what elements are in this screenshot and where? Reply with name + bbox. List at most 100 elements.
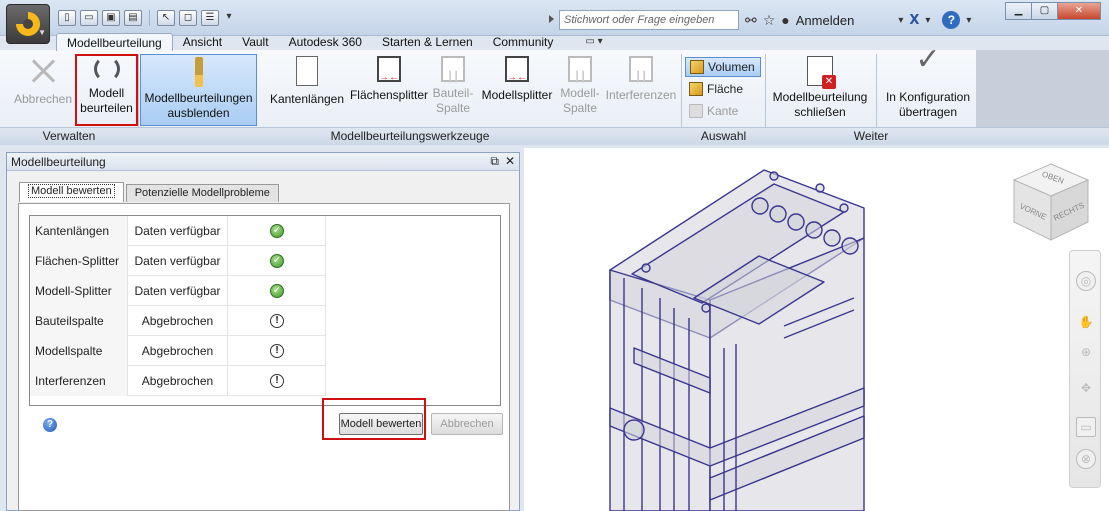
modellbeurteilungen-ausblenden-button[interactable]: Modellbeurteilungen ausblenden	[140, 54, 257, 126]
abbrechen-ribbon-button[interactable]: Abbrechen	[12, 54, 74, 126]
part-gap-icon	[441, 56, 465, 85]
quick-access-toolbar: ▯ ▭ ▣ ▤ ↖ ◻ ☰ ▾	[58, 10, 235, 26]
status-warning-icon: !	[270, 314, 284, 328]
binoculars-icon[interactable]: ⚯	[745, 12, 757, 29]
auswahl-volumen-button[interactable]: Volumen	[685, 57, 761, 77]
modellsplitter-button[interactable]: Modellsplitter	[478, 54, 556, 126]
edge-length-icon	[296, 56, 318, 86]
face-splitter-icon	[377, 56, 401, 85]
panel-label-weiter: Weiter	[853, 129, 889, 143]
modellspalte-button[interactable]: Modell- Spalte	[558, 54, 602, 126]
flaechensplitter-button[interactable]: Flächensplitter	[348, 54, 430, 126]
viewcube[interactable]: OBEN VORNE RECHTS	[1012, 162, 1090, 242]
in-konfiguration-uebertragen-button[interactable]: In Konfiguration übertragen	[880, 52, 976, 126]
tab-autodesk-360[interactable]: Autodesk 360	[279, 33, 372, 51]
modell-beurteilen-button[interactable]: Modell beurteilen	[75, 54, 138, 126]
minimize-button[interactable]: ▁	[1005, 2, 1032, 20]
model-gap-icon	[568, 56, 592, 85]
properties-icon[interactable]: ☰	[201, 10, 219, 26]
application-menu-button[interactable]: ▼	[6, 4, 50, 44]
tab-modellbeurteilung[interactable]: Modellbeurteilung	[56, 33, 173, 51]
evaluation-table: Kantenlängen Daten verfügbar ✓ Flächen-S…	[29, 215, 501, 406]
kantenlaengen-button[interactable]: Kantenlängen	[268, 54, 346, 126]
table-row[interactable]: Kantenlängen Daten verfügbar ✓	[30, 216, 326, 246]
model-splitter-icon	[505, 56, 529, 85]
title-bar: ▯ ▭ ▣ ▤ ↖ ◻ ☰ ▾ Stichwort oder Frage ein…	[0, 0, 1109, 36]
face-cube-icon	[689, 82, 703, 96]
panel-header: Modellbeurteilung ⧉ ✕	[7, 153, 519, 171]
table-row[interactable]: Modellspalte Abgebrochen !	[30, 336, 326, 366]
navigation-bar: ◎ ✋ ⊕ ✥ ▭ ⊗	[1069, 250, 1101, 488]
status-warning-icon: !	[270, 374, 284, 388]
edge-cube-icon	[689, 104, 703, 118]
table-row[interactable]: Bauteilspalte Abgebrochen !	[30, 306, 326, 336]
table-row[interactable]: Flächen-Splitter Daten verfügbar ✓	[30, 246, 326, 276]
pan-hand-icon[interactable]: ✋	[1076, 313, 1096, 333]
status-ok-icon: ✓	[270, 224, 284, 238]
table-row[interactable]: Interferenzen Abgebrochen !	[30, 366, 326, 396]
orbit-icon[interactable]: ✥	[1076, 379, 1096, 399]
search-input[interactable]: Stichwort oder Frage eingeben	[559, 10, 739, 30]
search-expand-icon[interactable]	[549, 15, 554, 23]
status-ok-icon: ✓	[270, 254, 284, 268]
interference-icon	[629, 56, 653, 85]
exchange-apps-icon[interactable]: X	[909, 13, 919, 28]
help-icon[interactable]: ?	[942, 11, 961, 29]
favorites-star-icon[interactable]: ☆	[763, 12, 776, 29]
status-ok-icon: ✓	[270, 284, 284, 298]
auswahl-flaeche-button[interactable]: Fläche	[685, 79, 761, 99]
look-at-icon[interactable]: ▭	[1076, 417, 1096, 437]
panel-label-werkzeuge: Modellbeurteilungswerkzeuge	[330, 129, 490, 143]
ribbon-tabs: Modellbeurteilung Ansicht Vault Autodesk…	[56, 33, 607, 51]
status-warning-icon: !	[270, 344, 284, 358]
refresh-icon	[93, 56, 120, 82]
tab-modell-bewerten[interactable]: Modell bewerten	[19, 182, 124, 202]
maximize-button[interactable]: ▢	[1031, 2, 1058, 20]
tab-community[interactable]: Community	[483, 33, 564, 51]
modellbeurteilung-panel: Modellbeurteilung ⧉ ✕ Modell bewerten Po…	[6, 152, 520, 511]
table-row[interactable]: Modell-Splitter Daten verfügbar ✓	[30, 276, 326, 306]
save-all-icon[interactable]: ▤	[124, 10, 142, 26]
close-window-button[interactable]: ✕	[1057, 2, 1101, 20]
user-icon[interactable]: ●	[781, 12, 789, 28]
select-arrow-icon[interactable]: ↖	[157, 10, 175, 26]
panel-label-verwalten: Verwalten	[42, 129, 96, 143]
checkmark-icon	[913, 52, 943, 86]
broom-icon	[194, 57, 203, 87]
ribbon-panel-labels: Verwalten Modellbeurteilungswerkzeuge Au…	[0, 127, 1109, 145]
help-info-icon[interactable]: ?	[43, 418, 57, 432]
open-folder-icon[interactable]: ▭	[80, 10, 98, 26]
help-dropdown-icon[interactable]: ▾	[966, 15, 971, 26]
full-navigation-wheel-icon[interactable]: ⊗	[1076, 449, 1096, 469]
tab-vault[interactable]: Vault	[232, 33, 278, 51]
volume-cube-icon	[690, 60, 704, 74]
close-evaluation-icon	[807, 56, 836, 89]
close-panel-icon[interactable]: ✕	[505, 154, 515, 168]
save-icon[interactable]: ▣	[102, 10, 120, 26]
exchange-dropdown-icon[interactable]: ▾	[925, 15, 930, 26]
chevron-down-icon: ▼	[38, 28, 46, 37]
tab-potenzielle-modellprobleme[interactable]: Potenzielle Modellprobleme	[125, 184, 279, 202]
new-file-icon[interactable]: ▯	[58, 10, 76, 26]
modellbeurteilung-schliessen-button[interactable]: Modellbeurteilung schließen	[768, 54, 872, 126]
auswahl-kante-button[interactable]: Kante	[685, 101, 761, 121]
cancel-x-icon	[28, 56, 58, 86]
tab-starten-lernen[interactable]: Starten & Lernen	[372, 33, 483, 51]
panel-label-auswahl: Auswahl	[700, 129, 747, 143]
zoom-icon[interactable]: ⊕	[1076, 343, 1096, 363]
tab-ansicht[interactable]: Ansicht	[173, 33, 232, 51]
signin-link[interactable]: Anmelden	[796, 13, 855, 28]
inventor-logo-icon	[16, 12, 40, 36]
qat-dropdown-icon[interactable]: ▾	[223, 10, 235, 26]
tab-content: Kantenlängen Daten verfügbar ✓ Flächen-S…	[18, 203, 510, 511]
ribbon-options-icon[interactable]: ▭ ▾	[581, 33, 606, 51]
abbrechen-button[interactable]: Abbrechen	[431, 413, 503, 435]
signin-dropdown-icon[interactable]: ▾	[898, 15, 903, 26]
new-sketch-icon[interactable]: ◻	[179, 10, 197, 26]
steering-wheel-icon[interactable]: ◎	[1076, 271, 1096, 291]
interferenzen-button[interactable]: Interferenzen	[604, 54, 678, 126]
bauteilspalte-button[interactable]: Bauteil- Spalte	[431, 54, 475, 126]
panel-tabs: Modell bewerten Potenzielle Modellproble…	[19, 182, 281, 204]
float-panel-icon[interactable]: ⧉	[490, 154, 499, 169]
highlight-frame	[322, 398, 426, 440]
